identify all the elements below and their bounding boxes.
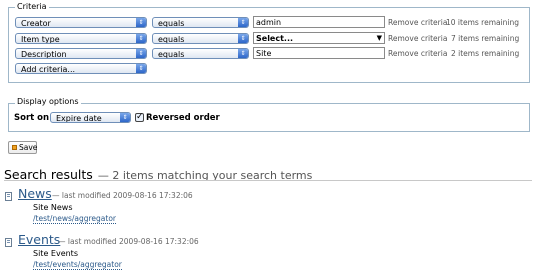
criteria-value-text: Site — [256, 49, 272, 58]
save-button[interactable]: Save — [8, 141, 37, 154]
result-title-events[interactable]: Events — [18, 232, 60, 247]
criteria-operator-select-1[interactable]: equals ⇕ — [152, 17, 249, 28]
criteria-value-input-3[interactable]: Site — [253, 47, 385, 59]
result-description: Site Events — [33, 249, 78, 258]
criteria-field-select-2[interactable]: Item type ⇕ — [15, 33, 147, 44]
items-remaining-2: 7 items remaining — [451, 34, 520, 43]
reversed-order-checkbox[interactable]: ✓ — [135, 113, 144, 122]
remove-criteria-link-1[interactable]: Remove criteria — [388, 18, 447, 27]
result-title-news[interactable]: News — [18, 186, 52, 201]
chevron-down-icon: ▼ — [376, 34, 382, 42]
criteria-operator-select-3[interactable]: equals ⇕ — [152, 48, 249, 59]
chevron-updown-icon: ⇕ — [136, 49, 146, 58]
chevron-updown-icon: ⇕ — [136, 34, 146, 43]
remove-criteria-link-3[interactable]: Remove criteria — [388, 49, 447, 58]
criteria-value-text: Select... — [256, 34, 294, 43]
add-criteria-value: Add criteria... — [21, 65, 76, 74]
result-modified: — last modified 2009-08-16 17:32:06 — [58, 237, 199, 246]
sort-on-select[interactable]: Expire date ⇕ — [50, 112, 131, 123]
document-icon — [5, 238, 12, 247]
criteria-field-value: Creator — [21, 19, 51, 28]
criteria-legend: Criteria — [15, 2, 49, 11]
result-path-link[interactable]: /test/events/aggregator — [33, 260, 122, 270]
save-icon — [12, 145, 17, 150]
chevron-updown-icon: ⇕ — [238, 34, 248, 43]
chevron-updown-icon: ⇕ — [120, 113, 130, 122]
save-button-label: Save — [19, 143, 38, 152]
reversed-order-label[interactable]: Reversed order — [146, 113, 220, 123]
result-description: Site News — [33, 203, 73, 212]
chevron-updown-icon: ⇕ — [238, 49, 248, 58]
heading-underline — [4, 180, 532, 181]
criteria-value-select-2[interactable]: Select... ▼ — [253, 32, 385, 44]
document-icon — [5, 192, 12, 201]
remove-criteria-link-2[interactable]: Remove criteria — [388, 34, 447, 43]
add-criteria-select[interactable]: Add criteria... ⇕ — [15, 63, 147, 74]
criteria-field-select-3[interactable]: Description ⇕ — [15, 48, 147, 59]
sort-on-value: Expire date — [56, 114, 102, 123]
display-options-legend: Display options — [15, 97, 81, 106]
criteria-operator-value: equals — [158, 19, 185, 28]
result-path-link[interactable]: /test/news/aggregator — [33, 214, 117, 224]
criteria-field-select-1[interactable]: Creator ⇕ — [15, 17, 147, 28]
sort-on-label: Sort on — [14, 113, 50, 123]
items-remaining-1: 10 items remaining — [446, 18, 520, 27]
result-modified: — last modified 2009-08-16 17:32:06 — [52, 191, 193, 200]
criteria-value-input-1[interactable]: admin — [253, 16, 385, 28]
criteria-operator-select-2[interactable]: equals ⇕ — [152, 33, 249, 44]
chevron-updown-icon: ⇕ — [136, 64, 146, 73]
criteria-field-value: Item type — [21, 35, 60, 44]
criteria-value-text: admin — [256, 18, 282, 27]
items-remaining-3: 2 items remaining — [451, 49, 520, 58]
criteria-operator-value: equals — [158, 35, 185, 44]
chevron-updown-icon: ⇕ — [238, 18, 248, 27]
chevron-updown-icon: ⇕ — [136, 18, 146, 27]
criteria-field-value: Description — [21, 50, 67, 59]
criteria-operator-value: equals — [158, 50, 185, 59]
